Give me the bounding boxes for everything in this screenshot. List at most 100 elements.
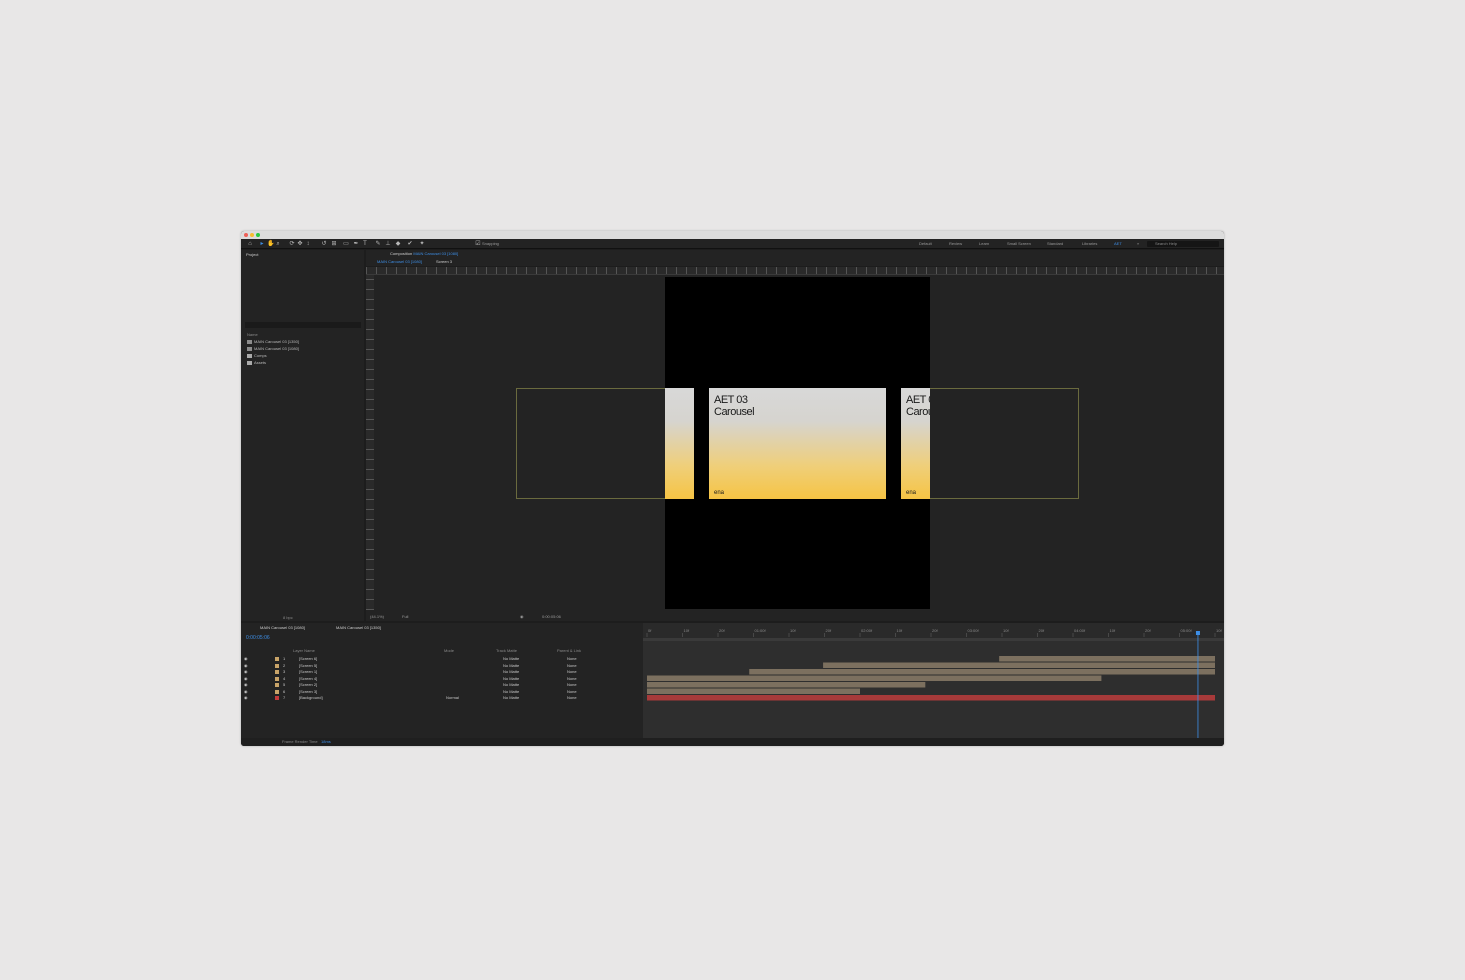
layer-name[interactable]: [Screen 5]: [299, 663, 317, 669]
zoom-dropdown[interactable]: (44.1%): [370, 614, 384, 620]
layer-name[interactable]: [Screen 1]: [299, 669, 317, 675]
layer-track-matte[interactable]: No Matte: [503, 669, 519, 675]
layer-row[interactable]: ◉ 3 [Screen 1] No Matte None: [241, 669, 641, 675]
visibility-icon[interactable]: ◉: [244, 695, 248, 701]
layer-duration-bar[interactable]: [647, 695, 1215, 701]
layer-parent[interactable]: None: [567, 663, 577, 669]
snapping-checkbox-icon[interactable]: ☑: [475, 241, 481, 247]
layer-duration-bar[interactable]: [999, 656, 1215, 662]
zoom-tool-icon[interactable]: ⌕: [275, 241, 281, 247]
layer-parent[interactable]: None: [567, 669, 577, 675]
brush-tool-icon[interactable]: ✎: [375, 241, 381, 247]
workspace-libraries[interactable]: Libraries: [1082, 241, 1097, 247]
clone-stamp-tool-icon[interactable]: ⊥: [385, 241, 391, 247]
layer-duration-bar[interactable]: [647, 682, 926, 688]
layer-row[interactable]: ◉ 5 [Screen 2] No Matte None: [241, 682, 641, 688]
layer-name[interactable]: [Background]: [299, 695, 323, 701]
layer-row[interactable]: ◉ 6 [Screen 3] No Matte None: [241, 689, 641, 695]
pan-tool-icon[interactable]: ✥: [297, 241, 303, 247]
breadcrumb-screen[interactable]: Screen 3: [436, 259, 452, 265]
workspace-default[interactable]: Default: [919, 241, 932, 247]
layer-row[interactable]: ◉ 7 [Background] Normal No Matte None: [241, 695, 641, 701]
visibility-icon[interactable]: ◉: [244, 656, 248, 662]
layer-track-matte[interactable]: No Matte: [503, 689, 519, 695]
carousel-card-center[interactable]: AET 03 Carousel ena: [709, 388, 886, 499]
orbit-tool-icon[interactable]: ⟳: [289, 241, 295, 247]
breadcrumb-main[interactable]: MAIN Carousel 03 [1080]: [377, 259, 422, 265]
layer-parent[interactable]: None: [567, 695, 577, 701]
puppet-tool-icon[interactable]: ✦: [419, 241, 425, 247]
carousel-card-left[interactable]: [665, 388, 694, 499]
layer-row[interactable]: ◉ 4 [Screen 4] No Matte None: [241, 676, 641, 682]
selection-tool-icon[interactable]: ▸: [259, 241, 265, 247]
playhead-handle[interactable]: [1195, 631, 1200, 635]
label-color-swatch[interactable]: [275, 657, 279, 661]
maximize-window-icon[interactable]: [256, 233, 260, 237]
layer-track-matte[interactable]: No Matte: [503, 695, 519, 701]
anchor-tool-icon[interactable]: ⊞: [331, 241, 337, 247]
minimize-window-icon[interactable]: [250, 233, 254, 237]
hand-tool-icon[interactable]: ✋: [267, 241, 274, 247]
layer-name[interactable]: [Screen 6]: [299, 656, 317, 662]
layer-name[interactable]: [Screen 3]: [299, 689, 317, 695]
layer-parent[interactable]: None: [567, 656, 577, 662]
layer-row[interactable]: ◉ 1 [Screen 6] No Matte None: [241, 656, 641, 662]
rotation-tool-icon[interactable]: ↺: [321, 241, 327, 247]
layer-name[interactable]: [Screen 2]: [299, 682, 317, 688]
workspace-standard[interactable]: Standard: [1047, 241, 1063, 247]
search-help-field[interactable]: Search Help: [1147, 241, 1219, 247]
label-color-swatch[interactable]: [275, 663, 279, 668]
timeline-graph[interactable]: 0f 10f 20f 01:00f 10f 20f 02:00f 10f 20f 03:00f 10…: [643, 623, 1224, 738]
project-item[interactable]: Assets: [247, 360, 266, 366]
roto-brush-tool-icon[interactable]: ✔: [407, 241, 413, 247]
layer-track-matte[interactable]: No Matte: [503, 682, 519, 688]
label-color-swatch[interactable]: [275, 676, 279, 681]
workspace-review[interactable]: Review: [949, 241, 962, 247]
project-item[interactable]: MAIN Carousel 03 [1080]: [247, 346, 299, 352]
layer-mode[interactable]: Normal: [446, 695, 459, 701]
eraser-tool-icon[interactable]: ◆: [395, 241, 401, 247]
layer-row[interactable]: ◉ 2 [Screen 5] No Matte None: [241, 663, 641, 669]
layer-track-matte[interactable]: No Matte: [503, 676, 519, 682]
layer-name[interactable]: [Screen 4]: [299, 676, 317, 682]
label-color-swatch[interactable]: [275, 670, 279, 674]
workspace-aet[interactable]: AET: [1114, 241, 1122, 247]
dolly-tool-icon[interactable]: ↕: [305, 241, 311, 247]
project-column-name[interactable]: Name: [247, 332, 258, 338]
layer-duration-bar[interactable]: [749, 669, 1215, 675]
layer-duration-bar[interactable]: [647, 675, 1102, 682]
label-color-swatch[interactable]: [275, 689, 279, 694]
project-item[interactable]: MAIN Carousel 03 [1350]: [247, 339, 299, 345]
pen-tool-icon[interactable]: ✒: [353, 241, 359, 247]
visibility-icon[interactable]: ◉: [244, 663, 248, 669]
project-tab[interactable]: Project: [246, 252, 258, 258]
project-item[interactable]: Comps: [247, 353, 267, 359]
close-window-icon[interactable]: [244, 233, 248, 237]
project-search-input[interactable]: [245, 322, 361, 328]
layer-parent[interactable]: None: [567, 682, 577, 688]
home-icon[interactable]: ⌂: [247, 241, 253, 247]
snapshot-icon[interactable]: ◉: [520, 614, 524, 620]
layer-track-matte[interactable]: No Matte: [503, 663, 519, 669]
work-area-bar[interactable]: [643, 638, 1224, 641]
layer-duration-bar[interactable]: [823, 662, 1215, 669]
label-color-swatch[interactable]: [275, 696, 279, 700]
composition-tab[interactable]: Composition MAIN Carousel 03 [1080]: [390, 251, 458, 257]
timeline-tracks[interactable]: 0f 10f 20f 01:00f 10f 20f 02:00f 10f 20f 03:00f 10…: [643, 623, 1224, 738]
more-workspaces-icon[interactable]: »: [1137, 241, 1139, 247]
viewer-timecode[interactable]: 0:00:05:06: [542, 614, 561, 620]
visibility-icon[interactable]: ◉: [244, 682, 248, 688]
layer-duration-bar[interactable]: [647, 688, 860, 695]
type-tool-icon[interactable]: T: [362, 241, 368, 247]
resolution-dropdown[interactable]: Full: [402, 614, 408, 620]
carousel-card-right[interactable]: AET 03 Carousel ena: [901, 388, 930, 499]
visibility-icon[interactable]: ◉: [244, 676, 248, 682]
label-color-swatch[interactable]: [275, 683, 279, 687]
workspace-learn[interactable]: Learn: [979, 241, 989, 247]
layer-parent[interactable]: None: [567, 676, 577, 682]
project-bpc[interactable]: 8 bpc: [283, 615, 293, 621]
layer-parent[interactable]: None: [567, 689, 577, 695]
layer-track-matte[interactable]: No Matte: [503, 656, 519, 662]
workspace-small-screen[interactable]: Small Screen: [1007, 241, 1031, 247]
visibility-icon[interactable]: ◉: [244, 669, 248, 675]
